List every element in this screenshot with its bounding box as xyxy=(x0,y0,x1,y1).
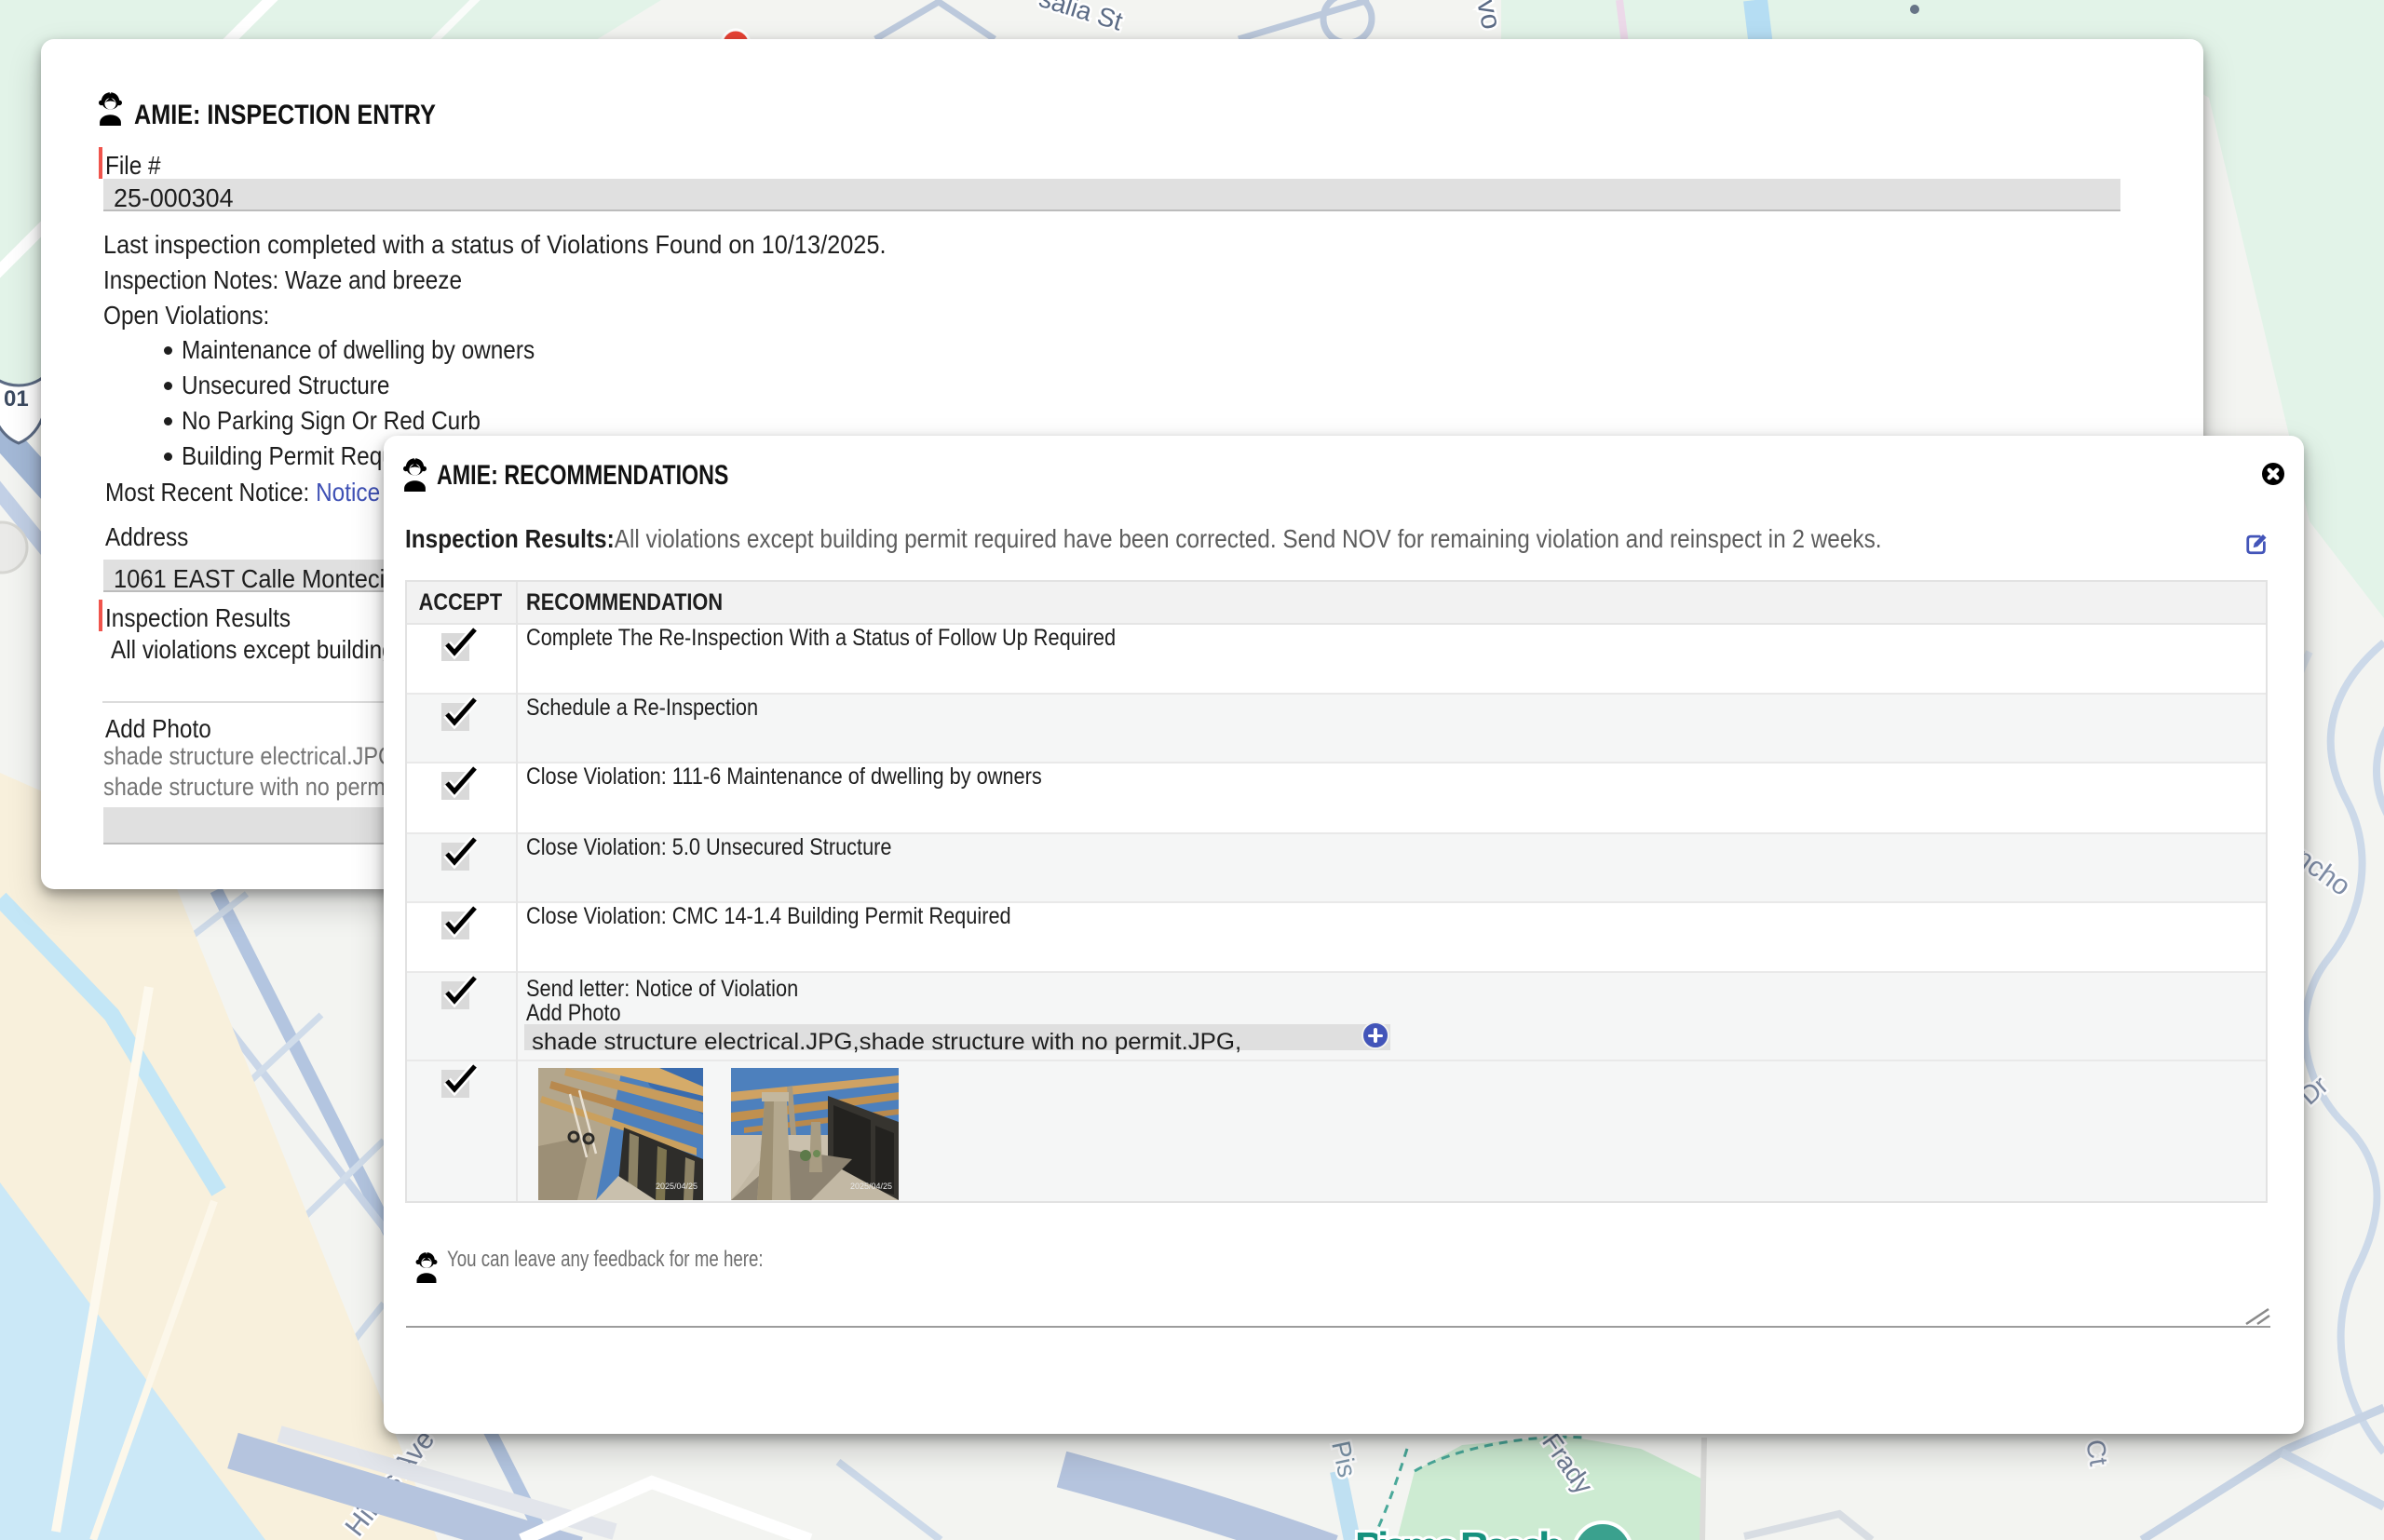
svg-text:Pismo Beach: Pismo Beach xyxy=(1355,1524,1564,1540)
svg-text:01: 01 xyxy=(4,386,29,412)
svg-text:2025/04/25: 2025/04/25 xyxy=(656,1182,698,1191)
svg-text:2025/04/25: 2025/04/25 xyxy=(850,1182,892,1191)
svg-text:Ct: Ct xyxy=(2080,1438,2113,1468)
